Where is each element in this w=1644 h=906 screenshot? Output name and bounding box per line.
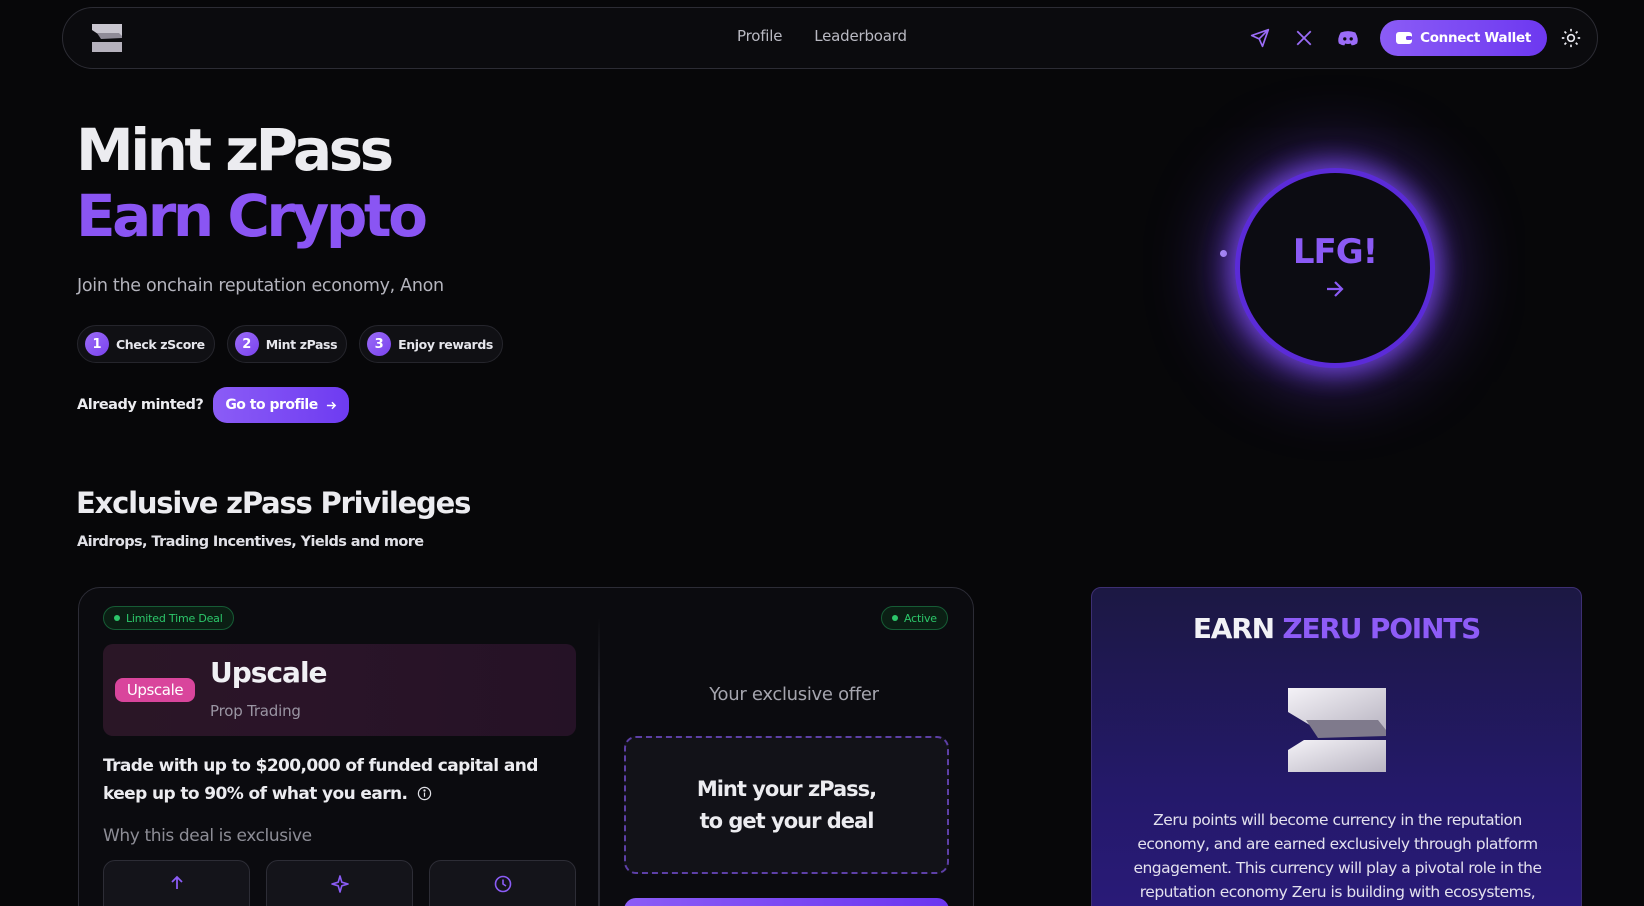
arrow-right-icon [1327,281,1344,297]
hero-title-line1: Mint zPass [76,116,394,184]
step-mint-zpass: 2 Mint zPass [226,325,348,363]
zeru-description: Zeru points will become currency in the … [1133,811,1542,901]
status-dot [114,615,120,621]
partner-logo: Upscale [115,678,195,702]
sparkle-icon [330,875,349,893]
x-twitter-icon[interactable] [1292,26,1316,50]
offer-title: Your exclusive offer [709,684,879,705]
sun-icon[interactable] [1559,26,1583,50]
nav-link-profile[interactable]: Profile [737,27,782,45]
hero-subtitle: Join the onchain reputation economy, Ano… [77,276,444,296]
exclusive-features [103,860,576,906]
offer-line-2: to get your deal [699,809,875,833]
arrow-up-icon [170,875,183,889]
zeru-title-part2: ZERU POINTS [1282,612,1481,645]
status-dot [892,615,898,621]
partner-name: Upscale [210,656,328,689]
go-to-profile-button[interactable]: Go to profile [213,387,349,423]
nav-links: Profile Leaderboard [737,27,907,45]
step-label: Enjoy rewards [398,336,493,352]
partner-logo-alt-text: Upscale [126,681,184,699]
zeru-logo-icon [1288,688,1386,772]
info-icon[interactable] [417,786,432,801]
lfg-label: LFG! [1292,232,1378,272]
offer-line-1: Mint your zPass, [696,777,877,801]
step-number: 3 [367,332,392,356]
step-label: Check zScore [116,336,205,352]
feature-card [103,860,250,906]
partner-type: Prop Trading [210,702,301,720]
zeru-title-part1: EARN [1192,612,1283,645]
feature-card [266,860,413,906]
arrow-right-icon [326,401,336,409]
why-exclusive-label: Why this deal is exclusive [103,826,312,846]
step-number: 2 [234,332,259,356]
step-enjoy-rewards: 3 Enjoy rewards [359,325,503,363]
zeru-points-card: EARN ZERU POINTS Zeru points will become… [1091,587,1582,906]
partner-header: Upscale Upscale Prop Trading [103,644,576,736]
hero-title-line2: Earn Crypto [76,182,428,250]
already-minted-row: Already minted? Go to profile [77,387,349,423]
deal-description: Trade with up to $200,000 of funded capi… [103,752,583,808]
privileges-title: Exclusive zPass Privileges [76,486,471,520]
privileges-subtitle: Airdrops, Trading Incentives, Yields and… [77,534,424,550]
offer-placeholder: Mint your zPass, to get your deal [624,736,949,874]
go-to-profile-label: Go to profile [225,397,318,413]
lfg-orb-area: LFG! [1135,140,1535,400]
vertical-divider [598,618,600,906]
active-badge: Active [881,606,948,630]
zeru-logo-icon[interactable] [89,22,125,54]
step-number: 1 [85,332,109,356]
clock-icon [494,875,511,893]
telegram-icon[interactable] [1248,26,1272,50]
orb-sparkle [1220,250,1227,257]
wallet-icon [1396,32,1413,44]
steps-list: 1 Check zScore 2 Mint zPass 3 Enjoy rewa… [77,325,503,363]
top-navbar: Profile Leaderboard Connect Wallet [62,7,1598,69]
already-minted-text: Already minted? [77,397,204,413]
lfg-button[interactable]: LFG! [1240,173,1430,363]
step-check-zscore: 1 Check zScore [77,325,215,363]
deal-description-text: Trade with up to $200,000 of funded capi… [103,756,538,804]
connect-wallet-button[interactable]: Connect Wallet [1380,20,1547,56]
badge-label: Active [904,611,937,625]
deal-card: Limited Time Deal Active Upscale Upscale… [78,587,974,906]
limited-time-badge: Limited Time Deal [103,606,234,630]
badge-label: Limited Time Deal [126,611,223,625]
connect-wallet-label: Connect Wallet [1420,30,1531,46]
discord-icon[interactable] [1336,26,1360,50]
feature-card [429,860,576,906]
zeru-title: EARN ZERU POINTS [1092,612,1581,645]
nav-link-leaderboard[interactable]: Leaderboard [814,27,907,45]
mint-zpass-button[interactable] [624,898,949,906]
step-label: Mint zPass [265,336,338,352]
nav-actions: Connect Wallet [1248,20,1583,56]
